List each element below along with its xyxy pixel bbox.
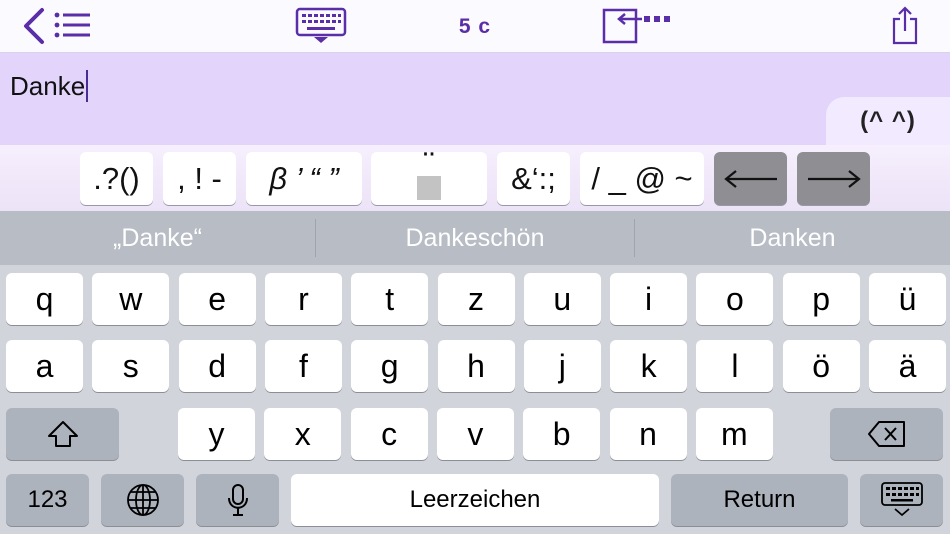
symbol-key-comma[interactable]: , ! -	[163, 152, 236, 205]
text-editor[interactable]: Danke	[0, 53, 950, 145]
share-icon[interactable]	[888, 4, 922, 46]
letter-key[interactable]: ü	[869, 273, 946, 325]
numbers-key[interactable]: 123	[6, 474, 89, 526]
letter-key[interactable]: j	[523, 340, 601, 392]
delete-icon[interactable]	[830, 408, 943, 460]
placeholder-square-icon	[417, 175, 441, 200]
keyboard: „Danke“ Dankeschön Danken qwertzuiopü as…	[0, 211, 950, 534]
letter-key[interactable]: d	[178, 340, 256, 392]
letter-key[interactable]: z	[437, 273, 515, 325]
letter-key[interactable]: o	[696, 273, 774, 325]
editor-content: Danke	[10, 70, 86, 101]
globe-icon[interactable]	[101, 474, 184, 526]
space-key[interactable]: Leerzeichen	[291, 474, 659, 526]
symbol-key-slash[interactable]: / _ @ ~	[580, 152, 704, 205]
symbol-bar: .?() , ! - β ’ “ ” ¨ &‘:; / _ @ ~	[0, 145, 950, 211]
letter-key[interactable]: l	[696, 340, 774, 392]
letter-key[interactable]: t	[351, 273, 429, 325]
chevron-left-icon[interactable]	[18, 6, 48, 46]
letter-key[interactable]: e	[178, 273, 256, 325]
symbol-key-quotes[interactable]: β ’ “ ”	[246, 152, 362, 205]
letter-key[interactable]: y	[178, 408, 255, 460]
letter-key[interactable]: s	[92, 340, 170, 392]
prediction-2[interactable]: Dankeschön	[316, 211, 634, 265]
letter-key[interactable]: a	[6, 340, 83, 392]
arrow-left-icon[interactable]	[714, 152, 787, 205]
letter-key[interactable]: c	[350, 408, 428, 460]
symbol-key-umlaut[interactable]: ¨	[371, 145, 487, 205]
symbol-key-punct[interactable]: .?()	[80, 152, 153, 205]
return-key[interactable]: Return	[671, 474, 848, 526]
prediction-3[interactable]: Danken	[635, 211, 950, 265]
letter-key[interactable]: ä	[869, 340, 946, 392]
list-icon[interactable]	[54, 10, 92, 40]
letter-key[interactable]: b	[523, 408, 601, 460]
shift-icon[interactable]	[6, 408, 119, 460]
toolbar: 5 c	[0, 0, 950, 53]
letter-key[interactable]: q	[6, 273, 83, 325]
character-count: 5 c	[458, 15, 492, 38]
arrow-right-icon[interactable]	[797, 152, 870, 205]
keyboard-dismiss-icon[interactable]	[860, 474, 943, 526]
letter-key[interactable]: n	[609, 408, 687, 460]
letter-key[interactable]: u	[523, 273, 601, 325]
letter-key[interactable]: f	[264, 340, 342, 392]
symbol-key-amp[interactable]: &‘:;	[497, 152, 570, 205]
letter-key[interactable]: i	[610, 273, 688, 325]
prediction-1[interactable]: „Danke“	[0, 211, 315, 265]
text-caret	[86, 70, 89, 102]
letter-key[interactable]: k	[610, 340, 688, 392]
letter-key[interactable]: h	[437, 340, 515, 392]
letter-key[interactable]: ö	[782, 340, 860, 392]
prediction-bar: „Danke“ Dankeschön Danken	[0, 211, 950, 265]
editor-text[interactable]: Danke	[10, 70, 89, 102]
umlaut-mark: ¨	[423, 145, 435, 184]
letter-key[interactable]: r	[264, 273, 342, 325]
letter-key[interactable]: v	[436, 408, 514, 460]
kaomoji-tab[interactable]: (^ ^)	[826, 97, 950, 145]
microphone-icon[interactable]	[196, 474, 279, 526]
letter-key[interactable]: p	[782, 273, 860, 325]
insert-arrow-icon[interactable]	[602, 6, 678, 46]
letter-key[interactable]: g	[351, 340, 429, 392]
keyboard-dismiss-icon[interactable]	[294, 6, 348, 46]
letter-key[interactable]: m	[695, 408, 773, 460]
letter-key[interactable]: w	[92, 273, 170, 325]
letter-key[interactable]: x	[264, 408, 342, 460]
